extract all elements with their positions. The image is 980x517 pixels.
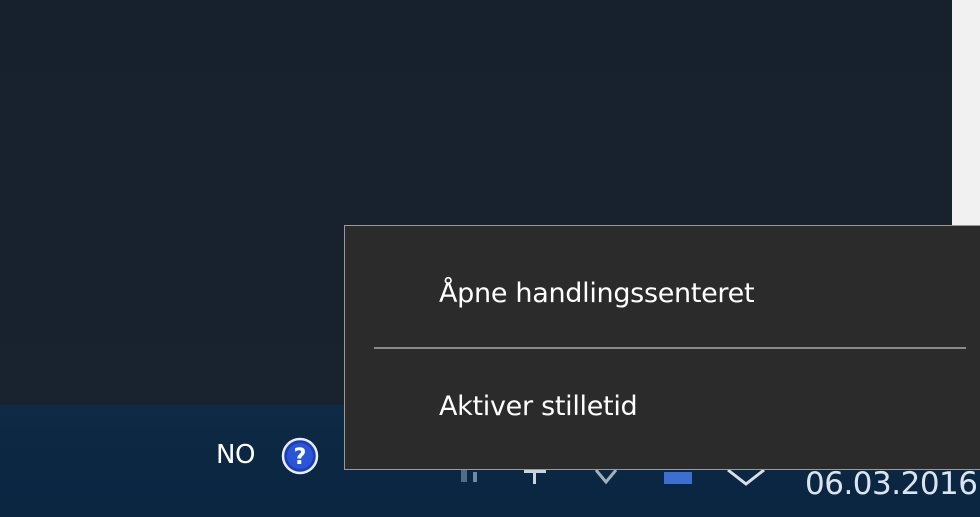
menu-item-open-action-center[interactable]: Åpne handlingssenteret bbox=[345, 238, 980, 348]
window-edge bbox=[952, 0, 980, 225]
language-indicator[interactable]: NO bbox=[216, 440, 255, 470]
context-menu: Åpne handlingssenteret Aktiver stilletid bbox=[344, 225, 980, 470]
svg-text:?: ? bbox=[294, 445, 307, 470]
clock-date[interactable]: 06.03.2016 bbox=[805, 466, 978, 502]
menu-item-label: Aktiver stilletid bbox=[439, 390, 638, 422]
menu-item-quiet-hours[interactable]: Aktiver stilletid bbox=[345, 351, 980, 461]
menu-item-label: Åpne handlingssenteret bbox=[439, 277, 755, 309]
help-icon[interactable]: ? bbox=[281, 437, 319, 475]
menu-separator bbox=[374, 347, 966, 349]
